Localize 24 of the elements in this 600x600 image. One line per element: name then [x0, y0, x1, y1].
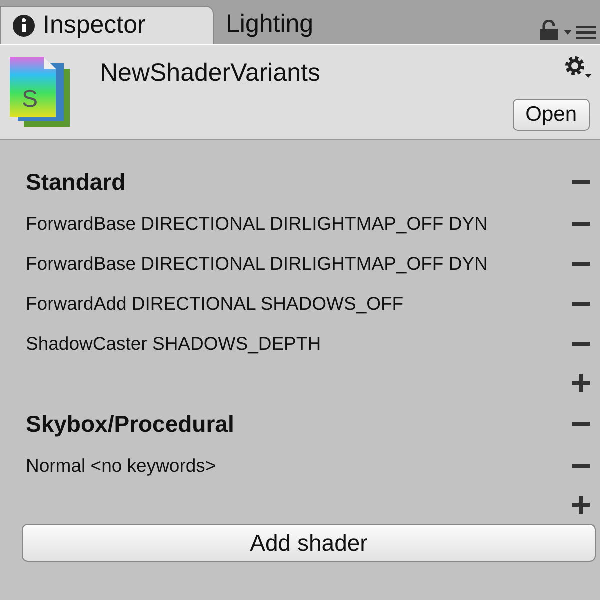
minus-icon[interactable]	[572, 464, 590, 468]
info-icon	[13, 14, 35, 36]
minus-icon[interactable]	[572, 342, 590, 346]
minus-icon[interactable]	[572, 222, 590, 226]
minus-icon[interactable]	[572, 180, 590, 184]
minus-icon[interactable]	[572, 422, 590, 426]
lock-icon[interactable]	[540, 20, 558, 40]
variant-label: ForwardAdd DIRECTIONAL SHADOWS_OFF	[26, 293, 404, 315]
variant-label: ShadowCaster SHADOWS_DEPTH	[26, 333, 322, 355]
shader-title: Standard	[26, 168, 126, 196]
variant-label: Normal <no keywords>	[26, 455, 216, 477]
shader-title: Skybox/Procedural	[26, 410, 234, 438]
tab[interactable]: Inspector	[0, 6, 214, 44]
minus-icon[interactable]	[572, 302, 590, 306]
tab[interactable]: Lighting	[214, 4, 428, 44]
variant-label: ForwardBase DIRECTIONAL DIRLIGHTMAP_OFF DYN	[26, 253, 488, 275]
minus-icon[interactable]	[572, 262, 590, 266]
open-button[interactable]: Open	[512, 99, 590, 131]
plus-icon[interactable]	[572, 374, 590, 392]
variant-label: ForwardBase DIRECTIONAL DIRLIGHTMAP_OFF DYN	[26, 213, 488, 235]
plus-icon[interactable]	[572, 496, 590, 514]
menu-icon[interactable]	[564, 26, 596, 40]
add-shader-button[interactable]: Add shader	[22, 524, 596, 562]
asset-name: NewShaderVariants	[100, 59, 320, 89]
